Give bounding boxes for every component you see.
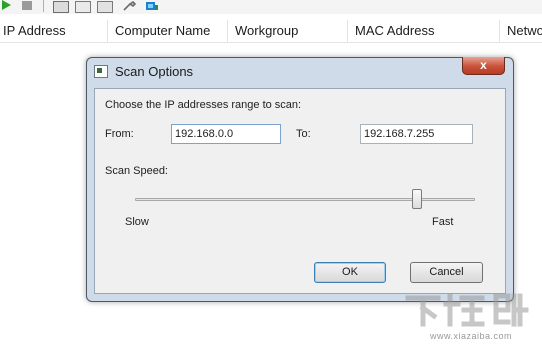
column-network[interactable]: Network xyxy=(500,20,542,42)
app-icon xyxy=(94,65,108,78)
slow-label: Slow xyxy=(125,216,149,228)
watermark-url: www.xiazaiba.com xyxy=(430,331,513,341)
dialog-titlebar[interactable]: Scan Options x xyxy=(87,57,513,88)
scan-speed-label: Scan Speed: xyxy=(105,165,168,177)
to-label: To: xyxy=(296,128,311,140)
to-ip-field[interactable] xyxy=(360,124,473,144)
paste-icon[interactable] xyxy=(97,1,113,13)
column-workgroup[interactable]: Workgroup xyxy=(228,20,348,42)
scan-icon[interactable] xyxy=(145,1,159,11)
results-table-header: IP Address Computer Name Workgroup MAC A… xyxy=(0,20,542,43)
column-ip-address[interactable]: IP Address xyxy=(0,20,108,42)
ok-button[interactable]: OK xyxy=(314,262,386,283)
wrench-icon[interactable] xyxy=(122,1,136,11)
scan-speed-slider-thumb[interactable] xyxy=(412,189,423,209)
save-icon[interactable] xyxy=(53,1,69,13)
close-button[interactable]: x xyxy=(462,57,505,75)
fast-label: Fast xyxy=(432,216,454,228)
from-label: From: xyxy=(105,128,134,140)
cancel-button[interactable]: Cancel xyxy=(410,262,483,283)
toolbar xyxy=(0,0,542,14)
dialog-title: Scan Options xyxy=(115,64,194,79)
from-ip-field[interactable] xyxy=(171,124,281,144)
copy-icon[interactable] xyxy=(75,1,91,13)
dialog-body: Choose the IP addresses range to scan: F… xyxy=(94,88,506,294)
watermark-logo xyxy=(405,293,529,327)
column-computer-name[interactable]: Computer Name xyxy=(108,20,228,42)
toolbar-separator xyxy=(43,0,44,12)
scan-options-dialog: Scan Options x Choose the IP addresses r… xyxy=(86,57,514,302)
range-label: Choose the IP addresses range to scan: xyxy=(105,99,302,111)
stop-icon[interactable] xyxy=(22,1,32,10)
scan-speed-slider[interactable] xyxy=(135,198,475,201)
play-icon[interactable] xyxy=(2,0,11,10)
column-mac-address[interactable]: MAC Address xyxy=(348,20,500,42)
